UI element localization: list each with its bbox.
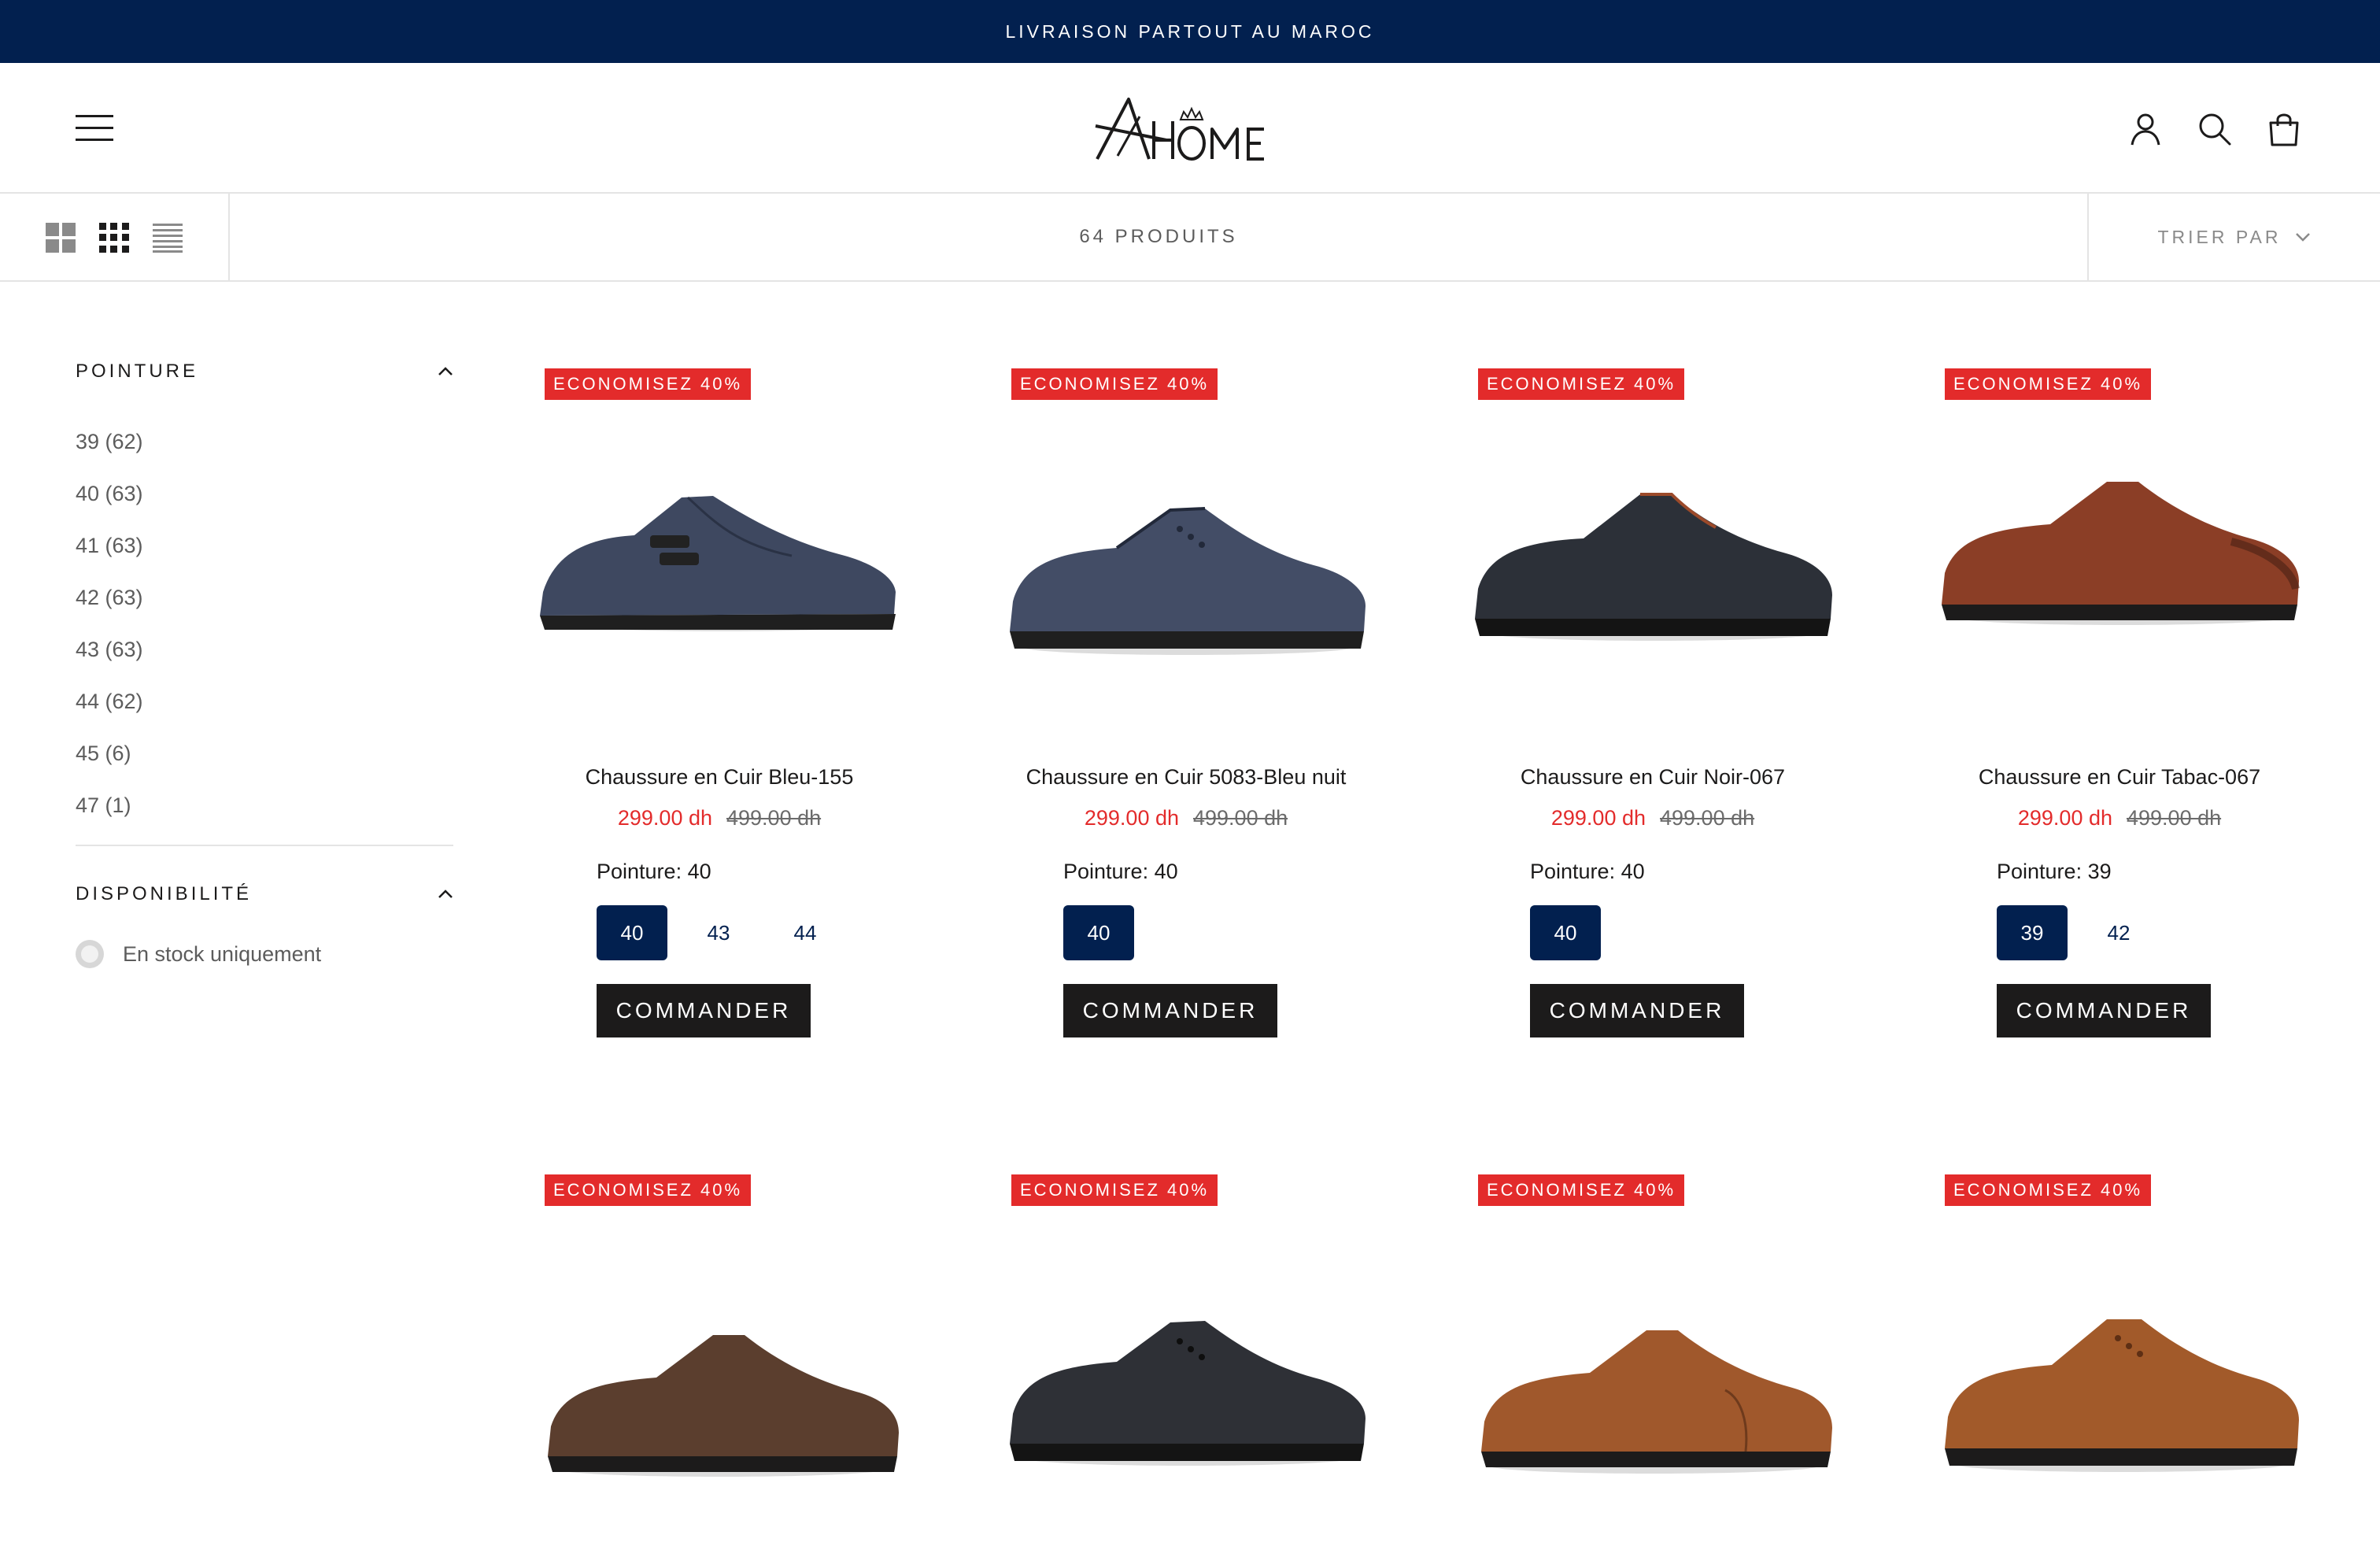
sale-price: 299.00 dh: [1550, 806, 1646, 830]
product-image[interactable]: ECONOMISEZ 40%: [999, 1162, 1373, 1537]
size-label: Pointure: 40: [1530, 860, 1645, 883]
size-chip[interactable]: 43: [683, 905, 754, 960]
menu-icon[interactable]: [76, 115, 113, 142]
filter-availability-toggle[interactable]: DISPONIBILITÉ: [76, 878, 453, 910]
price-row: 299.00 dh 499.00 dh: [1932, 806, 2307, 830]
product-image[interactable]: ECONOMISEZ 40%: [1932, 356, 2307, 730]
shoe-image: [1475, 493, 1832, 641]
product-title[interactable]: Chaussure en Cuir Bleu-155: [501, 765, 938, 790]
size-label: Pointure: 39: [1997, 860, 2112, 883]
compare-price: 499.00 dh: [726, 806, 822, 830]
product-image[interactable]: ECONOMISEZ 40%: [532, 1162, 907, 1537]
order-button[interactable]: COMMANDER: [597, 984, 811, 1037]
size-chip[interactable]: 44: [770, 905, 841, 960]
discount-badge: ECONOMISEZ 40%: [1945, 1174, 2152, 1206]
sort-dropdown[interactable]: TRIER PAR: [2087, 194, 2380, 280]
brand-logo[interactable]: [1094, 94, 1286, 165]
compare-price: 499.00 dh: [1193, 806, 1288, 830]
search-icon[interactable]: [2196, 110, 2234, 148]
size-option[interactable]: 40 (63): [76, 468, 453, 520]
discount-badge: ECONOMISEZ 40%: [1011, 1174, 1218, 1206]
size-option[interactable]: 45 (6): [76, 727, 453, 779]
shoe-image: [540, 496, 896, 631]
size-chip[interactable]: 40: [1530, 905, 1601, 960]
product-count: 64 PRODUITS: [1079, 226, 1238, 247]
collection-toolbar: 64 PRODUITS TRIER PAR: [0, 194, 2380, 282]
size-option[interactable]: 47 (1): [76, 779, 453, 831]
in-stock-label: En stock uniquement: [123, 941, 322, 966]
sort-label: TRIER PAR: [2157, 226, 2282, 247]
size-selector: 40: [1530, 905, 1601, 960]
shoe-image: [548, 1335, 899, 1477]
discount-badge: ECONOMISEZ 40%: [545, 1174, 752, 1206]
announcement-bar: LIVRAISON PARTOUT AU MAROC: [0, 0, 2380, 63]
filter-size-title: POINTURE: [76, 361, 199, 382]
product-title[interactable]: Chaussure en Cuir Tabac-067: [1901, 765, 2338, 790]
filter-availability-title: DISPONIBILITÉ: [76, 883, 253, 904]
size-selector: 40 43 44: [597, 905, 841, 960]
order-button[interactable]: COMMANDER: [1530, 984, 1744, 1037]
compare-price: 499.00 dh: [2127, 806, 2222, 830]
compare-price: 499.00 dh: [1660, 806, 1755, 830]
chevron-down-icon: [2296, 233, 2311, 242]
filter-size-toggle[interactable]: POINTURE: [76, 356, 453, 387]
discount-badge: ECONOMISEZ 40%: [1011, 368, 1218, 400]
size-label: Pointure: 40: [1063, 860, 1178, 883]
product-image[interactable]: ECONOMISEZ 40%: [1932, 1162, 2307, 1537]
in-stock-toggle[interactable]: [76, 940, 104, 968]
size-chip[interactable]: 40: [597, 905, 667, 960]
discount-badge: ECONOMISEZ 40%: [1945, 368, 2152, 400]
discount-badge: ECONOMISEZ 40%: [1478, 368, 1685, 400]
product-image[interactable]: ECONOMISEZ 40%: [532, 356, 907, 730]
size-label: Pointure: 40: [597, 860, 711, 883]
order-button[interactable]: COMMANDER: [1997, 984, 2211, 1037]
discount-badge: ECONOMISEZ 40%: [1478, 1174, 1685, 1206]
size-chip[interactable]: 40: [1063, 905, 1134, 960]
chevron-up-icon: [438, 367, 453, 375]
shoe-image: [1010, 507, 1366, 655]
size-selector: 40: [1063, 905, 1134, 960]
size-option[interactable]: 44 (62): [76, 675, 453, 727]
size-selector: 39 42: [1997, 905, 2154, 960]
in-stock-filter[interactable]: En stock uniquement: [76, 938, 321, 970]
site-header: [0, 63, 2380, 194]
product-image[interactable]: ECONOMISEZ 40%: [1465, 1162, 1840, 1537]
cart-icon[interactable]: [2265, 110, 2303, 148]
sale-price: 299.00 dh: [1084, 806, 1179, 830]
size-option[interactable]: 42 (63): [76, 571, 453, 623]
chevron-up-icon: [438, 890, 453, 898]
announcement-text: LIVRAISON PARTOUT AU MAROC: [1005, 20, 1375, 42]
product-title[interactable]: Chaussure en Cuir 5083-Bleu nuit: [967, 765, 1405, 790]
price-row: 299.00 dh 499.00 dh: [1465, 806, 1840, 830]
grid-small-icon[interactable]: [99, 223, 129, 253]
shoe-image: [1481, 1330, 1832, 1474]
shoe-image: [1945, 1319, 2299, 1472]
product-title[interactable]: Chaussure en Cuir Noir-067: [1434, 765, 1872, 790]
size-filter-list: 39 (62) 40 (63) 41 (63) 42 (63) 43 (63) …: [76, 416, 453, 831]
price-row: 299.00 dh 499.00 dh: [532, 806, 907, 830]
account-icon[interactable]: [2127, 110, 2164, 148]
product-image[interactable]: ECONOMISEZ 40%: [1465, 356, 1840, 730]
filter-divider: [76, 845, 453, 846]
product-image[interactable]: ECONOMISEZ 40%: [999, 356, 1373, 730]
size-option[interactable]: 41 (63): [76, 520, 453, 571]
grid-large-icon[interactable]: [46, 223, 76, 253]
order-button[interactable]: COMMANDER: [1063, 984, 1277, 1037]
sale-price: 299.00 dh: [617, 806, 712, 830]
shoe-image: [1010, 1321, 1366, 1466]
view-mode-switch: [0, 194, 230, 280]
price-row: 299.00 dh 499.00 dh: [999, 806, 1373, 830]
size-chip[interactable]: 39: [1997, 905, 2068, 960]
sale-price: 299.00 dh: [2017, 806, 2112, 830]
shoe-image: [1942, 482, 2300, 625]
size-option[interactable]: 39 (62): [76, 416, 453, 468]
size-option[interactable]: 43 (63): [76, 623, 453, 675]
size-chip[interactable]: 42: [2083, 905, 2154, 960]
list-icon[interactable]: [153, 223, 183, 253]
discount-badge: ECONOMISEZ 40%: [545, 368, 752, 400]
